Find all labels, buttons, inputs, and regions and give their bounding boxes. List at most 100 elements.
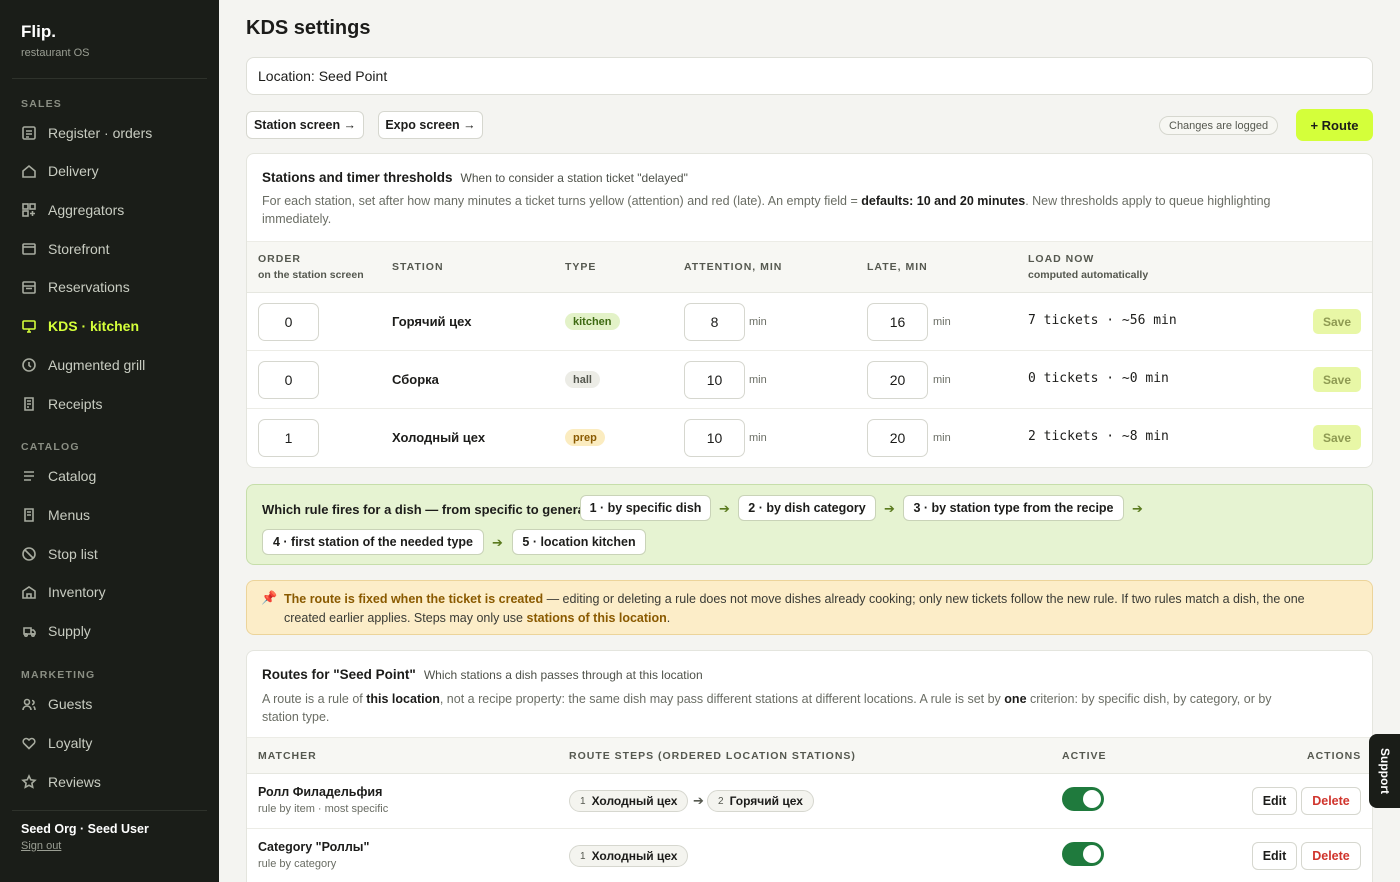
delete-button[interactable]: Delete (1301, 787, 1361, 815)
register-icon (21, 125, 37, 141)
table-row: 1 Холодный цех prep 10 min 20 min 2 tick… (247, 409, 1372, 467)
sign-out-link[interactable]: Sign out (21, 840, 61, 852)
route-matcher-name: Ролл Филадельфия (258, 785, 383, 799)
unit-label: min (749, 374, 767, 386)
sidebar: Flip. restaurant OS SALES Register · ord… (0, 0, 219, 882)
sidebar-item-delivery[interactable]: Delivery (12, 155, 207, 187)
order-input[interactable]: 1 (258, 419, 319, 457)
section-label-catalog: CATALOG (21, 441, 80, 453)
sidebar-item-kds-kitchen[interactable]: KDS · kitchen (12, 310, 207, 342)
desc-bold: this location (366, 692, 440, 706)
route-warning-card: 📌 The route is fixed when the ticket is … (246, 580, 1373, 635)
sidebar-item-storefront[interactable]: Storefront (12, 233, 207, 265)
routes-subtitle: Which stations a dish passes through at … (423, 668, 703, 682)
rule-chip-specific-dish: 1 · by specific dish (580, 495, 711, 521)
rule-priority-label: Which rule fires for a dish — from speci… (262, 502, 593, 517)
divider (12, 78, 207, 79)
sidebar-item-label: Aggregators (48, 202, 125, 218)
late-input[interactable]: 20 (867, 361, 928, 399)
arrow-icon: ➔ (884, 501, 895, 516)
rule-chip-station-type: 3 · by station type from the recipe (903, 495, 1124, 521)
sidebar-item-menus[interactable]: Menus (12, 499, 207, 531)
arrow-icon: ➔ (719, 501, 730, 516)
heart-icon (21, 735, 37, 751)
brand-subtitle: restaurant OS (21, 47, 90, 59)
route-step-chip: 1 Холодный цех (569, 790, 689, 812)
users-icon (21, 696, 37, 712)
sidebar-item-supply[interactable]: Supply (12, 615, 207, 647)
col-station: STATION (392, 261, 444, 273)
save-button[interactable]: Save (1313, 309, 1361, 334)
station-screen-button[interactable]: Station screen → (246, 111, 364, 139)
routes-description: A route is a rule of this location, not … (262, 690, 1302, 726)
edit-button[interactable]: Edit (1252, 787, 1297, 815)
sidebar-item-stop-list[interactable]: Stop list (12, 538, 207, 570)
step-number: 1 (580, 795, 586, 807)
save-button[interactable]: Save (1313, 367, 1361, 392)
sidebar-item-label: Stop list (48, 546, 98, 562)
route-step-chip: 2 Горячий цех (707, 790, 814, 812)
sidebar-item-reviews[interactable]: Reviews (12, 766, 207, 798)
attention-input[interactable]: 8 (684, 303, 745, 341)
routes-title-text: Routes for "Seed Point" (262, 667, 416, 682)
stop-icon (21, 546, 37, 562)
route-matcher-sub: rule by category (258, 858, 337, 870)
late-input[interactable]: 20 (867, 419, 928, 457)
sidebar-item-loyalty[interactable]: Loyalty (12, 727, 207, 759)
sidebar-item-guests[interactable]: Guests (12, 688, 207, 720)
active-toggle[interactable] (1062, 787, 1104, 811)
late-input[interactable]: 16 (867, 303, 928, 341)
sidebar-item-augmented-grill[interactable]: Augmented grill (12, 349, 207, 381)
list-icon (21, 468, 37, 484)
load-value: 7 tickets · ~56 min (1028, 313, 1177, 328)
attention-input[interactable]: 10 (684, 361, 745, 399)
order-input[interactable]: 0 (258, 303, 319, 341)
col-matcher: MATCHER (258, 750, 317, 762)
load-value: 2 tickets · ~8 min (1028, 429, 1169, 444)
edit-button[interactable]: Edit (1252, 842, 1297, 870)
active-toggle[interactable] (1062, 842, 1104, 866)
attention-input[interactable]: 10 (684, 419, 745, 457)
step-label: Холодный цех (591, 794, 678, 808)
sidebar-item-label: KDS · kitchen (48, 318, 140, 334)
sidebar-item-inventory[interactable]: Inventory (12, 576, 207, 608)
type-badge: hall (565, 371, 600, 388)
unit-label: min (933, 374, 951, 386)
stations-link[interactable]: stations of this location (527, 611, 667, 625)
save-button[interactable]: Save (1313, 425, 1361, 450)
delivery-icon (21, 163, 37, 179)
sidebar-item-aggregators[interactable]: Aggregators (12, 194, 207, 226)
routes-card: Routes for "Seed Point" Which stations a … (246, 650, 1373, 882)
col-type: TYPE (565, 261, 597, 273)
expo-screen-button[interactable]: Expo screen → (378, 111, 483, 139)
load-value: 0 tickets · ~0 min (1028, 371, 1169, 386)
monitor-icon (21, 318, 37, 334)
step-label: Горячий цех (729, 794, 803, 808)
warning-end: . (666, 611, 671, 625)
warning-bold: The route is fixed when the ticket is cr… (284, 592, 544, 606)
sidebar-item-catalog[interactable]: Catalog (12, 460, 207, 492)
add-route-button[interactable]: + Route (1296, 109, 1373, 141)
pin-icon: 📌 (261, 590, 278, 605)
support-tab[interactable]: Support (1369, 734, 1400, 808)
thresholds-table-header: ORDER on the station screen STATION TYPE… (247, 241, 1372, 293)
order-input[interactable]: 0 (258, 361, 319, 399)
sidebar-item-label: Receipts (48, 396, 103, 412)
rule-priority-card: Which rule fires for a dish — from speci… (246, 484, 1373, 565)
desc-bold: defaults: 10 and 20 minutes (861, 194, 1026, 208)
truck-icon (21, 623, 37, 639)
routes-title: Routes for "Seed Point" Which stations a … (262, 667, 703, 682)
location-select[interactable]: Location: Seed Point (246, 57, 1373, 95)
sidebar-item-receipts[interactable]: Receipts (12, 388, 207, 420)
sidebar-item-register[interactable]: Register · orders (12, 117, 207, 149)
table-row: 0 Горячий цех kitchen 8 min 16 min 7 tic… (247, 293, 1372, 351)
unit-label: min (933, 432, 951, 444)
station-name: Горячий цех (392, 314, 472, 329)
storefront-icon (21, 241, 37, 257)
rule-chip-dish-category: 2 · by dish category (738, 495, 876, 521)
delete-button[interactable]: Delete (1301, 842, 1361, 870)
thresholds-card: Stations and timer thresholds When to con… (246, 153, 1373, 468)
thresholds-title: Stations and timer thresholds When to con… (262, 170, 688, 185)
sidebar-item-label: Storefront (48, 241, 110, 257)
sidebar-item-reservations[interactable]: Reservations (12, 271, 207, 303)
